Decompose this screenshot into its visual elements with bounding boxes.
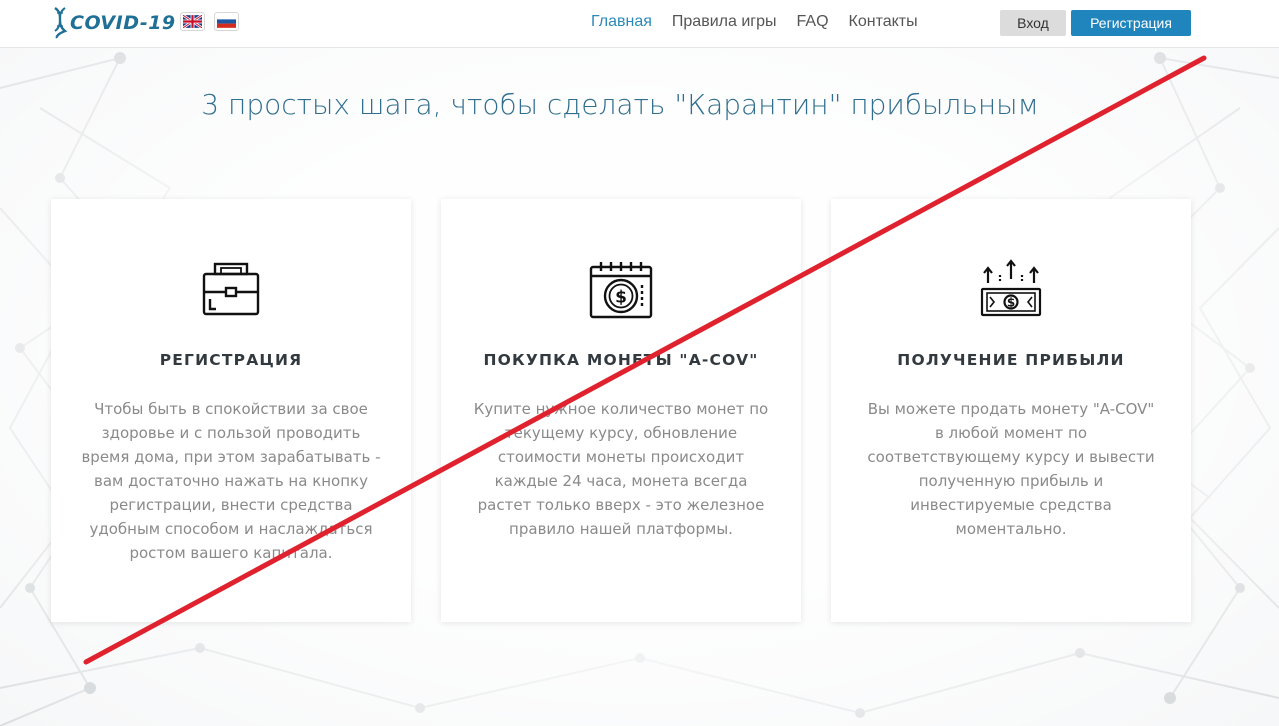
step-title: ПОКУПКА МОНЕТЫ "A-COV" bbox=[483, 351, 759, 369]
step-description: Чтобы быть в спокойствии за свое здоровь… bbox=[81, 400, 381, 562]
nav-contacts[interactable]: Контакты bbox=[849, 13, 918, 31]
logo-text: COVID-19 bbox=[70, 12, 176, 34]
language-en[interactable] bbox=[180, 12, 205, 31]
step-description: Вы можете продать монету "A-COV" в любой… bbox=[867, 400, 1155, 538]
language-ru[interactable] bbox=[214, 12, 239, 31]
dna-icon bbox=[54, 7, 68, 39]
svg-text:$: $ bbox=[1007, 296, 1015, 310]
nav-faq[interactable]: FAQ bbox=[797, 13, 829, 31]
step-card-profit: $ ПОЛУЧЕНИЕ ПРИБЫЛИ Вы можете продать мо… bbox=[831, 199, 1191, 622]
language-switcher bbox=[180, 12, 239, 31]
login-button[interactable]: Вход bbox=[1000, 10, 1066, 36]
step-title: РЕГИСТРАЦИЯ bbox=[159, 351, 303, 369]
nav-rules[interactable]: Правила игры bbox=[672, 13, 777, 31]
step-description: Купите нужное количество монет по текуще… bbox=[473, 400, 769, 538]
briefcase-icon bbox=[202, 262, 260, 316]
money-growth-icon: $ bbox=[980, 259, 1042, 317]
main-nav: Главная Правила игры FAQ Контакты bbox=[591, 13, 918, 31]
site-logo[interactable]: COVID-19 bbox=[52, 6, 176, 40]
svg-text:$: $ bbox=[615, 288, 627, 308]
uk-flag-icon bbox=[183, 15, 202, 28]
step-card-buy-coin: $ ПОКУПКА МОНЕТЫ "A-COV" Купите нужное к… bbox=[441, 199, 801, 622]
page-title: 3 простых шага, чтобы сделать "Карантин"… bbox=[201, 88, 1039, 121]
step-title: ПОЛУЧЕНИЕ ПРИБЫЛИ bbox=[897, 351, 1125, 369]
register-button[interactable]: Регистрация bbox=[1071, 10, 1191, 36]
russia-flag-icon bbox=[217, 15, 236, 28]
dollar-coin-calendar-icon: $ bbox=[589, 262, 653, 319]
nav-home[interactable]: Главная bbox=[591, 13, 652, 31]
step-card-registration: РЕГИСТРАЦИЯ Чтобы быть в спокойствии за … bbox=[51, 199, 411, 622]
top-header: COVID-19 Главная Правила игры FAQ Контак… bbox=[0, 0, 1279, 48]
